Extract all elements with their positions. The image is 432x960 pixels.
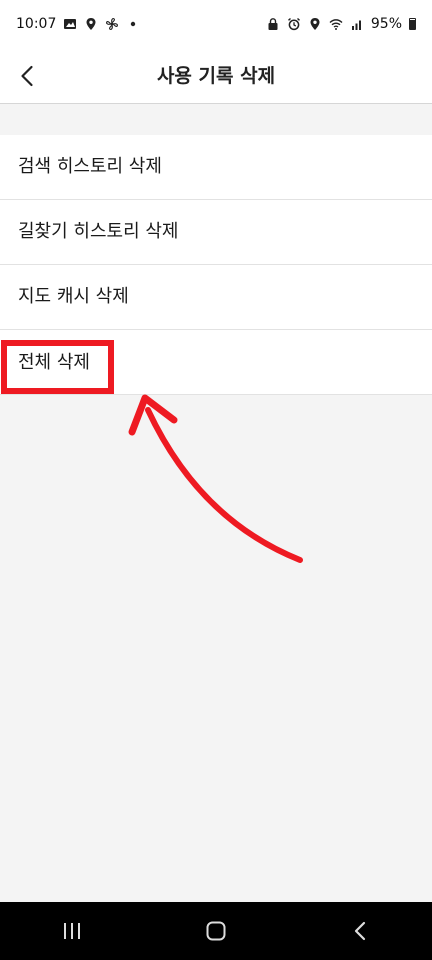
battery-percent: 95% [370,16,402,32]
location-icon [84,17,98,31]
delete-all-item[interactable]: 전체 삭제 [0,330,432,395]
system-nav-bar [0,902,432,960]
delete-map-cache-item[interactable]: 지도 캐시 삭제 [0,265,432,330]
page-title: 사용 기록 삭제 [156,65,276,87]
chevron-left-icon [21,65,33,87]
menu-item-label: 지도 캐시 삭제 [18,286,129,307]
status-bar: 10:07 95% [0,0,432,48]
location-icon [308,17,322,31]
app-bar: 사용 기록 삭제 [0,48,432,104]
battery-icon [409,18,416,30]
menu-item-label: 검색 히스토리 삭제 [18,156,162,177]
recent-apps-icon [64,923,80,939]
status-left: 10:07 [16,16,140,32]
home-icon [206,921,226,941]
signal-icon [350,17,364,31]
dot-icon [126,17,140,31]
status-time: 10:07 [16,16,57,32]
home-button[interactable] [186,902,246,960]
back-icon [354,921,366,941]
wifi-icon [329,17,343,31]
system-back-button[interactable] [330,902,390,960]
alarm-icon [287,17,301,31]
menu-list: 검색 히스토리 삭제 길찾기 히스토리 삭제 지도 캐시 삭제 전체 삭제 [0,135,432,395]
delete-route-history-item[interactable]: 길찾기 히스토리 삭제 [0,200,432,265]
status-right: 95% [266,16,416,32]
image-icon [63,17,77,31]
lock-icon [266,17,280,31]
menu-item-label: 길찾기 히스토리 삭제 [18,221,179,242]
fan-icon [105,17,119,31]
back-button[interactable] [8,56,48,96]
delete-search-history-item[interactable]: 검색 히스토리 삭제 [0,135,432,200]
recent-apps-button[interactable] [42,902,102,960]
menu-item-label: 전체 삭제 [18,352,90,373]
